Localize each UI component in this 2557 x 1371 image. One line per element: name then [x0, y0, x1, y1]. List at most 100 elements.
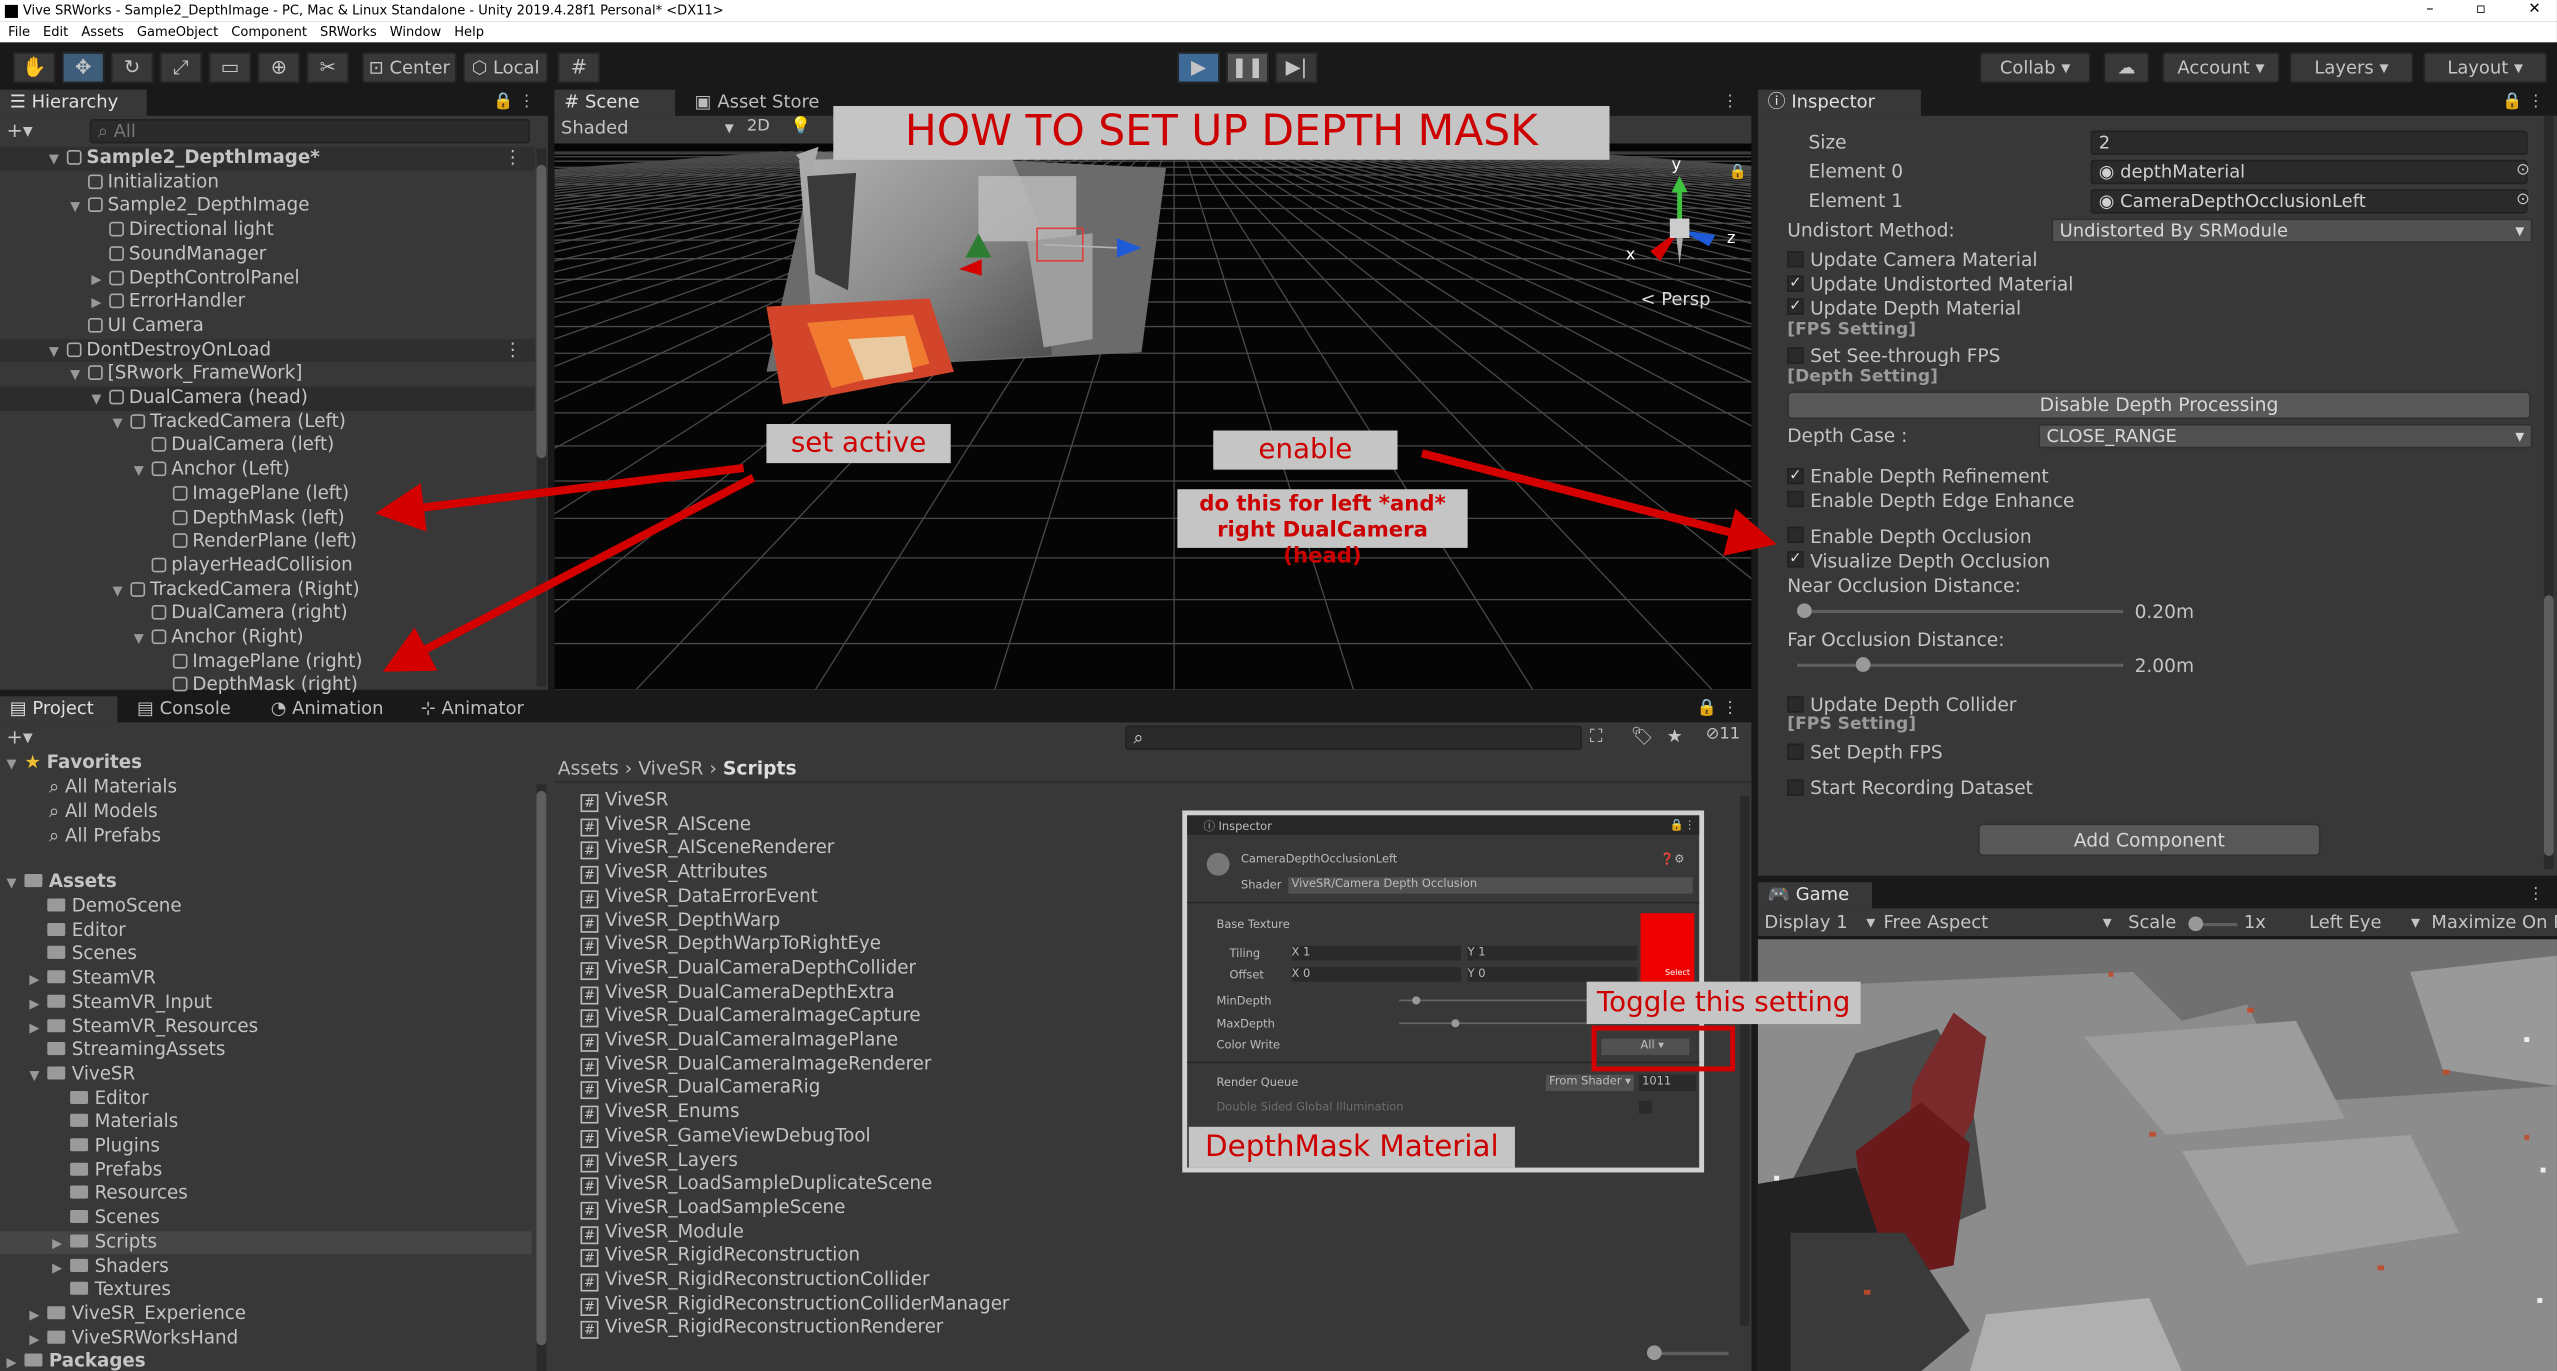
hidden-packages-counter[interactable]: ⊘11	[1706, 726, 1740, 744]
script-file-item[interactable]: # ViveSR_DepthWarp	[580, 909, 780, 933]
game-menu-icon[interactable]: ⋮	[2528, 882, 2544, 908]
hierarchy-item[interactable]: ▼ DualCamera (head)	[0, 386, 535, 412]
script-file-item[interactable]: # ViveSR_DualCameraImagePlane	[580, 1029, 898, 1053]
project-folder-item[interactable]: Resources	[0, 1183, 532, 1207]
file-list-scrollbar[interactable]	[1739, 795, 1750, 1326]
tree-scrollbar[interactable]	[536, 784, 547, 1371]
project-folder-item[interactable]: ▶ Scripts	[0, 1230, 532, 1256]
tab-asset-store[interactable]: ▣ Asset Store	[685, 90, 832, 116]
project-folder-item[interactable]: ▶ Packages	[0, 1351, 532, 1371]
near-occlusion-slider[interactable]	[1797, 609, 2124, 614]
pause-button[interactable]: ❚❚	[1226, 52, 1269, 84]
hierarchy-item[interactable]: ImagePlane (right)	[0, 650, 535, 674]
fold-arrow-icon[interactable]: ▼	[29, 1065, 47, 1089]
menu-window[interactable]: Window	[390, 21, 441, 42]
script-file-item[interactable]: # ViveSR_DualCameraDepthCollider	[580, 957, 916, 981]
close-button[interactable]: ✕	[2528, 0, 2540, 21]
hierarchy-item[interactable]: SoundManager	[0, 243, 535, 267]
inspector-scrollbar[interactable]	[2543, 115, 2554, 870]
hierarchy-item[interactable]: playerHeadCollision	[0, 554, 535, 578]
project-folder-item[interactable]: Editor	[0, 1087, 532, 1111]
project-folder-item[interactable]: Scenes	[0, 1207, 532, 1231]
add-component-button[interactable]: Add Component	[1978, 823, 2321, 857]
orientation-gizmo[interactable]: y x z 🔒	[1626, 157, 1747, 304]
fold-arrow-icon[interactable]: ▶	[29, 1328, 47, 1352]
far-occlusion-value[interactable]: 2.00m	[2135, 654, 2194, 677]
layers-dropdown[interactable]: Layers ▾	[2289, 52, 2414, 84]
visualize-depth-occlusion-checkbox[interactable]: ✓	[1787, 551, 1804, 568]
filter-type-icon[interactable]: ⛶	[1590, 726, 1603, 749]
depth-refinement-checkbox[interactable]: ✓	[1787, 468, 1804, 485]
project-create-icon[interactable]: +▾	[7, 726, 33, 749]
fold-arrow-icon[interactable]: ▼	[49, 340, 67, 364]
depth-occlusion-checkbox[interactable]	[1787, 526, 1804, 544]
project-folder-item[interactable]: ▶ ViveSR_Experience	[0, 1303, 532, 1327]
hierarchy-scrollbar[interactable]	[536, 148, 547, 687]
far-occlusion-slider-knob[interactable]	[1855, 657, 1871, 672]
update-camera-material-checkbox[interactable]	[1787, 251, 1804, 268]
fold-arrow-icon[interactable]: ▼	[113, 580, 131, 604]
fold-arrow-icon[interactable]: ▼	[70, 196, 88, 220]
project-folder-item[interactable]: ▶ SteamVR_Input	[0, 991, 532, 1015]
fold-arrow-icon[interactable]: ▶	[29, 1304, 47, 1328]
tab-game[interactable]: 🎮 Game	[1757, 882, 1873, 909]
rect-tool-icon[interactable]: ▭	[208, 52, 252, 84]
script-file-item[interactable]: # ViveSR_AISceneRenderer	[580, 837, 834, 861]
project-lock-icon[interactable]: 🔒 ⋮	[1697, 696, 1739, 722]
project-folder-item[interactable]: Materials	[0, 1111, 532, 1135]
persp-label[interactable]: < Persp	[1640, 289, 1710, 310]
script-file-item[interactable]: # ViveSR_DualCameraRig	[580, 1077, 820, 1101]
move-tool-icon[interactable]: ✥	[61, 52, 105, 84]
fav-all-materials[interactable]: ⌕ All Materials	[49, 776, 177, 800]
update-undistorted-material-checkbox[interactable]: ✓	[1787, 275, 1804, 292]
project-folder-item[interactable]: StreamingAssets	[0, 1039, 532, 1063]
breadcrumb-scripts[interactable]: Scripts	[723, 757, 797, 780]
breadcrumb-vivesr[interactable]: ViveSR	[638, 757, 703, 780]
size-field[interactable]: 2	[2090, 130, 2528, 155]
fold-arrow-icon[interactable]: ▶	[29, 993, 47, 1017]
step-button[interactable]: ▶|	[1275, 52, 1318, 84]
pivot-local-button[interactable]: ⬡ Local	[463, 52, 548, 84]
hierarchy-search-input[interactable]: ⌕ All	[89, 119, 530, 144]
minimize-button[interactable]: –	[2426, 0, 2433, 21]
scene-viewport[interactable]: y x z 🔒 < Persp	[554, 143, 1752, 690]
lighting-icon[interactable]: 💡	[791, 117, 811, 135]
hierarchy-item[interactable]: ▼ Sample2_DepthImage	[0, 195, 535, 219]
scene-menu-icon[interactable]: ⋮	[504, 339, 522, 363]
grid-snap-icon[interactable]: #	[557, 52, 601, 84]
scene-menu-icon[interactable]: ⋮	[1722, 90, 1738, 116]
fold-arrow-icon[interactable]: ▼	[91, 388, 109, 412]
project-folder-item[interactable]: Scenes	[0, 943, 532, 967]
hierarchy-item[interactable]: DepthMask (left)	[0, 506, 535, 530]
object-picker-icon[interactable]: ⊙	[2516, 161, 2530, 179]
hierarchy-item[interactable]: Initialization	[0, 171, 535, 195]
script-file-item[interactable]: # ViveSR_GameViewDebugTool	[580, 1125, 871, 1149]
tab-console[interactable]: ▤ Console	[127, 696, 251, 722]
tab-animator[interactable]: ⊹ Animator	[411, 696, 541, 722]
scale-tool-icon[interactable]: ⤢	[159, 52, 203, 84]
hierarchy-item[interactable]: ▼ Anchor (Right)	[0, 626, 535, 650]
tab-inspector[interactable]: ⓘ Inspector	[1757, 89, 1921, 116]
maximize-on-play-toggle[interactable]: Maximize On P	[2431, 912, 2557, 933]
hand-tool-icon[interactable]: ✋	[13, 52, 56, 84]
assets-header[interactable]: ▼ Assets	[7, 871, 117, 895]
collab-button[interactable]: Collab ▾	[1979, 52, 2091, 84]
rotate-tool-icon[interactable]: ↻	[110, 52, 154, 84]
hierarchy-item[interactable]: ▼ TrackedCamera (Left)	[0, 410, 535, 434]
fold-arrow-icon[interactable]: ▶	[52, 1232, 70, 1256]
hierarchy-item[interactable]: ImagePlane (left)	[0, 482, 535, 506]
fold-arrow-icon[interactable]: ▶	[91, 292, 109, 316]
script-file-item[interactable]: # ViveSR_DataErrorEvent	[580, 885, 818, 909]
project-folder-item[interactable]: ▶ Shaders	[0, 1255, 532, 1279]
filter-label-icon[interactable]: 🏷	[1631, 726, 1654, 747]
hierarchy-item[interactable]: DepthMask (right)	[0, 674, 535, 698]
script-file-item[interactable]: # ViveSR_LoadSampleScene	[580, 1197, 845, 1221]
fold-arrow-icon[interactable]: ▶	[29, 969, 47, 993]
script-file-item[interactable]: # ViveSR_DualCameraImageCapture	[580, 1005, 921, 1029]
create-plus-icon[interactable]: +▾	[7, 119, 33, 142]
object-picker-icon[interactable]: ⊙	[2516, 191, 2530, 209]
menu-edit[interactable]: Edit	[43, 21, 68, 42]
project-folder-item[interactable]: ▶ ViveSRWorksHand	[0, 1327, 532, 1351]
script-file-item[interactable]: # ViveSR_Layers	[580, 1149, 738, 1173]
fold-arrow-icon[interactable]: ▶	[52, 1256, 70, 1280]
